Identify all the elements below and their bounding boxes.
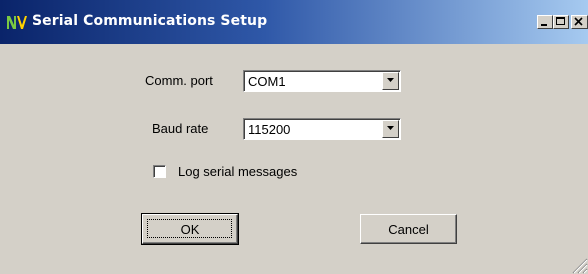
close-icon [574,17,583,26]
comm-port-value: COM1 [248,74,286,89]
maximize-icon [556,17,565,25]
minimize-button[interactable] [537,15,553,29]
baud-rate-value: 115200 [248,122,291,137]
setup-dialog: Serial Communications Setup Comm. port C… [0,0,588,274]
comm-port-dropdown-button[interactable] [382,72,399,90]
log-serial-label[interactable]: Log serial messages [178,164,297,179]
resize-grip-icon[interactable] [566,252,588,274]
baud-rate-dropdown-button[interactable] [382,120,399,138]
chevron-down-icon [387,126,394,130]
window-title: Serial Communications Setup [32,13,268,29]
title-bar[interactable]: Serial Communications Setup [0,0,588,44]
log-serial-checkbox[interactable] [153,165,166,178]
chevron-down-icon [387,78,394,82]
comm-port-label: Comm. port [145,73,213,88]
close-button[interactable] [571,15,588,29]
ok-button-label: OK [180,222,200,237]
ok-button[interactable]: OK [141,213,239,245]
cancel-button-label: Cancel [388,222,429,237]
minimize-icon [541,24,547,26]
maximize-button[interactable] [553,15,569,29]
baud-rate-label: Baud rate [152,121,209,136]
baud-rate-select[interactable]: 115200 [243,118,401,140]
cancel-button[interactable]: Cancel [360,214,457,244]
app-icon [7,16,27,29]
comm-port-select[interactable]: COM1 [243,70,401,92]
